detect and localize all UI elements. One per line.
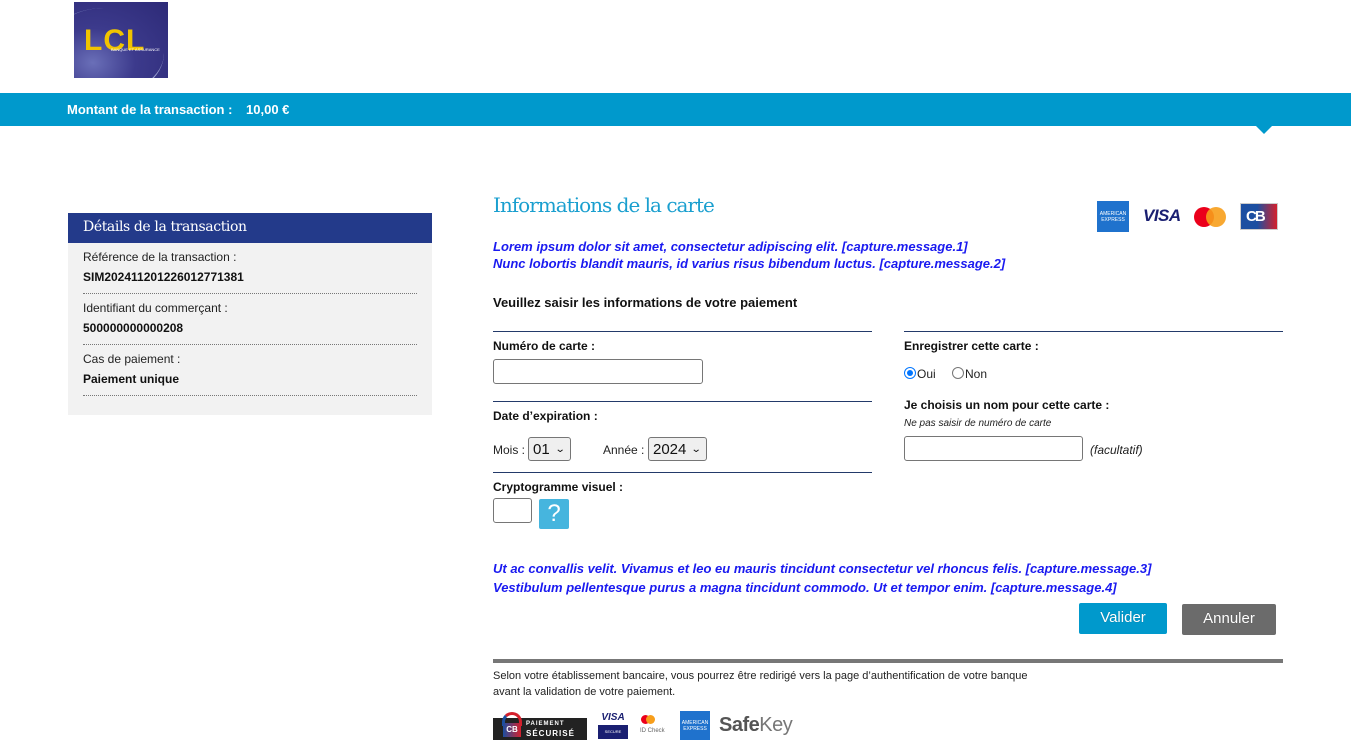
card-number-label: Numéro de carte : bbox=[493, 339, 596, 353]
month-value: 01 bbox=[533, 440, 550, 458]
chevron-down-icon: ⌄ bbox=[691, 443, 703, 455]
year-value: 2024 bbox=[653, 440, 687, 458]
details-title: Détails de la transaction bbox=[68, 213, 432, 243]
safekey-badge: SafeKey bbox=[719, 714, 793, 737]
transaction-details-panel: Détails de la transaction Référence de l… bbox=[68, 213, 432, 415]
chevron-down-icon: ⌄ bbox=[554, 443, 566, 455]
detail-item-payment-case: Cas de paiement : Paiement unique bbox=[83, 345, 417, 396]
footer-divider bbox=[493, 659, 1283, 663]
card-name-label: Je choisis un nom pour cette carte : bbox=[904, 398, 1110, 412]
info-message: Ut ac convallis velit. Vivamus et leo eu… bbox=[493, 561, 1152, 576]
card-number-input[interactable] bbox=[493, 359, 703, 384]
save-card-yes-label[interactable]: Oui bbox=[917, 367, 936, 381]
authentication-notice: Selon votre établissement bancaire, vous… bbox=[493, 668, 1053, 700]
transaction-amount: Montant de la transaction : 10,00 € bbox=[67, 102, 289, 117]
badge-text: ID Check bbox=[640, 728, 665, 734]
detail-value: SIM202411201226012771381 bbox=[83, 270, 244, 284]
detail-label: Identifiant du commerçant : bbox=[83, 301, 228, 315]
notice-line: Selon votre établissement bancaire, vous… bbox=[493, 670, 1028, 682]
badge-text: SÉCURISÉ bbox=[526, 729, 575, 738]
optional-label: (facultatif) bbox=[1090, 443, 1143, 457]
year-label: Année : bbox=[603, 443, 645, 457]
month-select[interactable]: 01 ⌄ bbox=[528, 437, 571, 461]
cvv-input[interactable] bbox=[493, 498, 532, 523]
info-messages-bottom: Ut ac convallis velit. Vivamus et leo eu… bbox=[493, 559, 1151, 597]
card-name-input[interactable] bbox=[904, 436, 1083, 461]
visa-secure-badge: VISA SECURE bbox=[598, 712, 628, 740]
detail-item-merchant-id: Identifiant du commerçant : 500000000000… bbox=[83, 294, 417, 345]
mastercard-logo-icon bbox=[1194, 207, 1226, 227]
save-card-label: Enregistrer cette carte : bbox=[904, 339, 1039, 353]
amount-label: Montant de la transaction : bbox=[67, 102, 233, 117]
divider bbox=[493, 472, 872, 473]
divider bbox=[493, 331, 872, 332]
badge-text: SECURE bbox=[598, 725, 628, 739]
cb-icon: CB bbox=[503, 723, 521, 737]
mastercard-id-check-badge: ID Check bbox=[640, 715, 670, 740]
expiry-label: Date d’expiration : bbox=[493, 409, 598, 423]
badge-text: VISA bbox=[601, 712, 625, 723]
detail-value: 500000000000208 bbox=[83, 321, 184, 335]
logo-subtext: BANQUE ET ASSURANCE bbox=[111, 47, 160, 52]
save-card-no-radio[interactable] bbox=[952, 367, 964, 379]
logo-text: LCL bbox=[84, 24, 146, 57]
detail-value: Paiement unique bbox=[83, 372, 180, 386]
visa-logo-icon: VISA bbox=[1143, 206, 1181, 225]
save-card-yes-radio[interactable] bbox=[904, 367, 916, 379]
detail-label: Cas de paiement : bbox=[83, 352, 181, 366]
info-messages-top: Lorem ipsum dolor sit amet, consectetur … bbox=[493, 238, 1005, 272]
amex-badge: AMERICAN EXPRESS bbox=[680, 711, 710, 740]
cancel-button[interactable]: Annuler bbox=[1182, 604, 1276, 635]
notice-line: avant la validation de votre paiement. bbox=[493, 686, 676, 698]
lcl-logo: LCL BANQUE ET ASSURANCE bbox=[74, 2, 168, 78]
divider bbox=[904, 331, 1283, 332]
badge-text: Key bbox=[759, 714, 793, 736]
detail-item-reference: Référence de la transaction : SIM2024112… bbox=[83, 243, 417, 294]
info-message: Lorem ipsum dolor sit amet, consectetur … bbox=[493, 239, 968, 254]
amex-logo-icon: AMERICAN EXPRESS bbox=[1097, 201, 1129, 232]
card-name-hint: Ne pas saisir de numéro de carte bbox=[904, 418, 1052, 429]
divider bbox=[493, 401, 872, 402]
badge-text: PAIEMENT bbox=[526, 721, 565, 727]
info-message: Vestibulum pellentesque purus a magna ti… bbox=[493, 580, 1117, 595]
cvv-label: Cryptogramme visuel : bbox=[493, 480, 624, 494]
info-message: Nunc lobortis blandit mauris, id varius … bbox=[493, 256, 1006, 271]
amount-value: 10,00 € bbox=[246, 102, 290, 117]
save-card-no-label[interactable]: Non bbox=[965, 367, 987, 381]
page-title: Informations de la carte bbox=[493, 193, 715, 217]
cb-logo-icon: CB bbox=[1240, 203, 1278, 230]
cvv-help-button[interactable]: ? bbox=[539, 499, 569, 529]
year-select[interactable]: 2024 ⌄ bbox=[648, 437, 707, 461]
validate-button[interactable]: Valider bbox=[1079, 603, 1167, 634]
badge-text: Safe bbox=[719, 714, 760, 736]
form-instruction: Veuillez saisir les informations de votr… bbox=[493, 295, 798, 310]
cb-secure-payment-badge: CB PAIEMENT SÉCURISÉ bbox=[493, 712, 587, 740]
month-label: Mois : bbox=[493, 443, 526, 457]
detail-label: Référence de la transaction : bbox=[83, 250, 237, 264]
transaction-amount-bar: Montant de la transaction : 10,00 € bbox=[0, 93, 1351, 134]
bar-notch bbox=[1256, 126, 1272, 134]
